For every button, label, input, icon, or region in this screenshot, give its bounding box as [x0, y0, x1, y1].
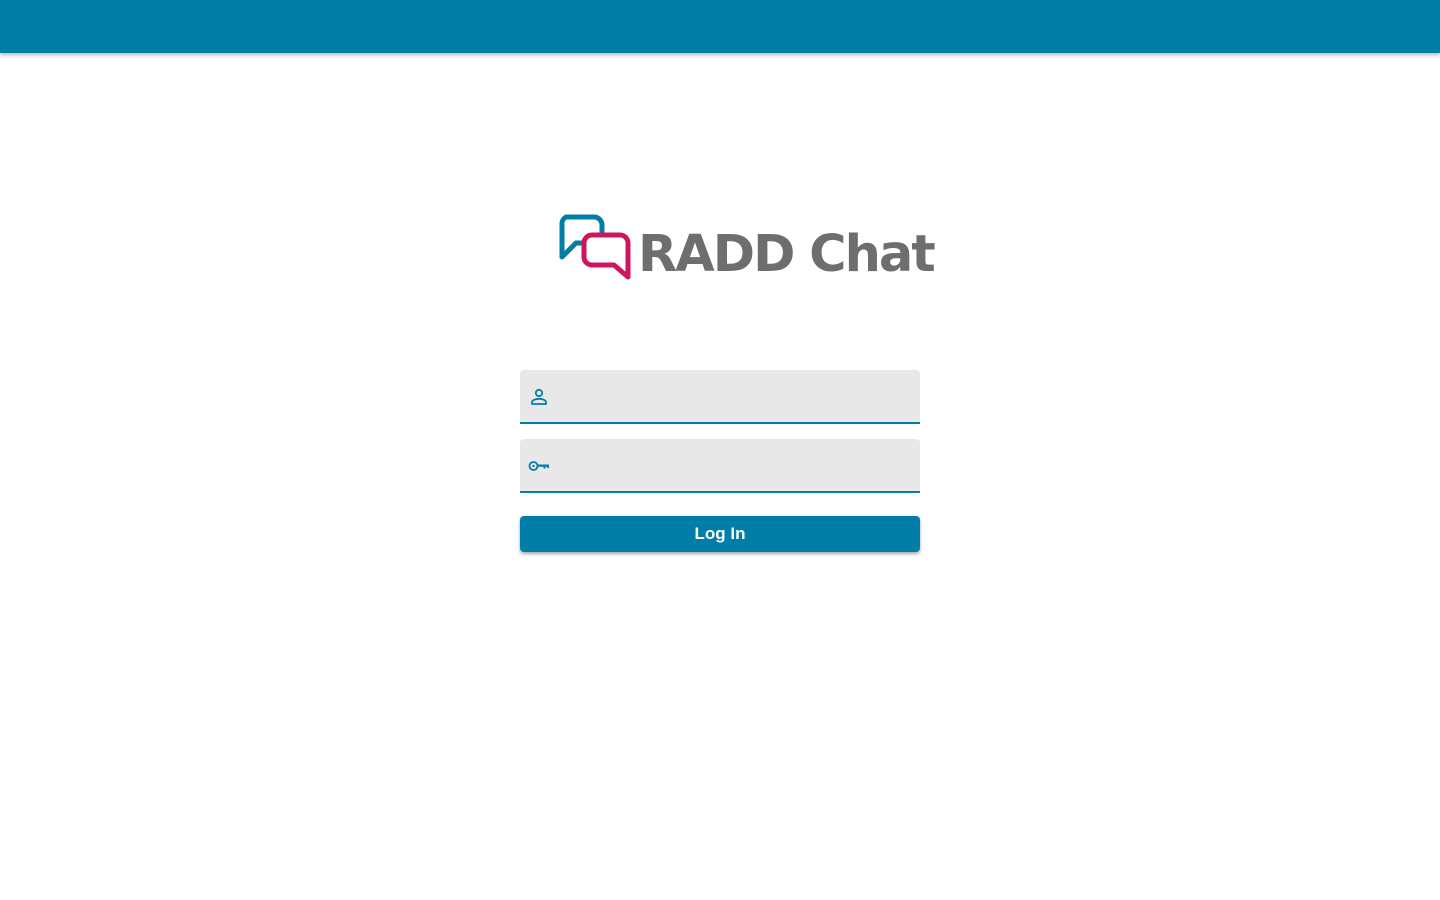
person-icon	[531, 388, 547, 405]
chat-bubbles-icon	[559, 214, 631, 280]
username-input[interactable]	[564, 370, 908, 422]
password-field[interactable]	[520, 439, 920, 493]
username-field[interactable]	[520, 370, 920, 424]
key-icon	[528, 461, 549, 471]
radd-chat-logo: RADD Chat	[556, 213, 936, 285]
log-in-button[interactable]: Log In	[520, 516, 920, 552]
logo-wordmark: RADD Chat	[638, 225, 936, 284]
app-header-bar	[0, 0, 1440, 53]
password-input[interactable]	[564, 439, 908, 491]
